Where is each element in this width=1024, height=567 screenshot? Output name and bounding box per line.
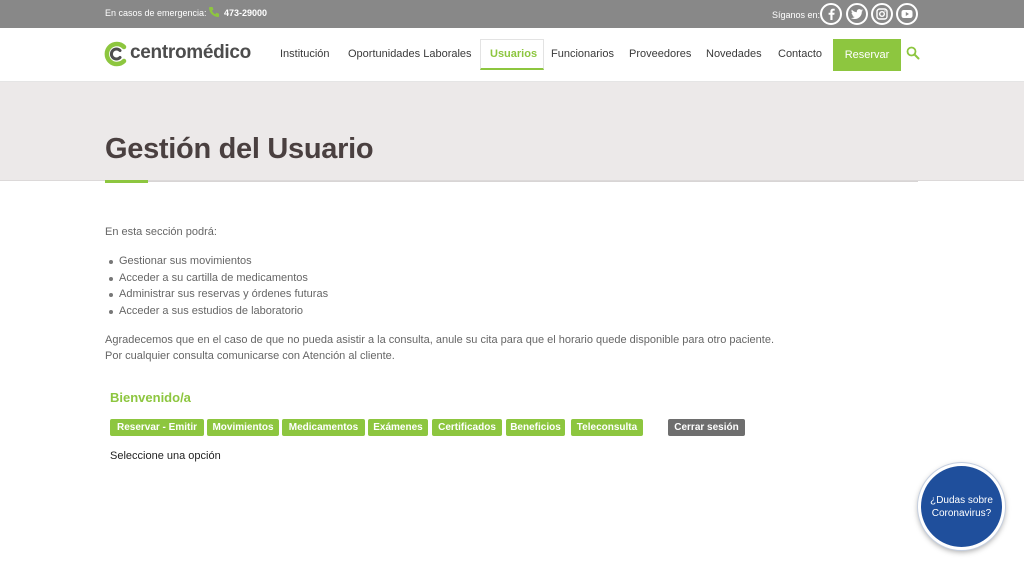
tab-movimientos[interactable]: Movimientos: [207, 419, 279, 436]
welcome-heading: Bienvenido/a: [110, 390, 191, 405]
nav-proveedores[interactable]: Proveedores: [629, 48, 691, 60]
list-item: Acceder a sus estudios de laboratorio: [109, 303, 328, 320]
facebook-icon[interactable]: [820, 3, 842, 25]
info-line-2: Por cualquier consulta comunicarse con A…: [105, 349, 395, 362]
title-underline: [105, 180, 148, 183]
page-title: Gestión del Usuario: [105, 133, 374, 165]
nav-novedades[interactable]: Novedades: [706, 48, 762, 60]
intro-text: En esta sección podrá:: [105, 226, 217, 238]
phone-icon: [209, 7, 219, 17]
instagram-icon[interactable]: [871, 3, 893, 25]
info-paragraph: Agradecemos que en el caso de que no pue…: [105, 333, 845, 364]
badge-line-2: Coronavirus?: [931, 507, 992, 519]
info-line-1: Agradecemos que en el caso de que no pue…: [105, 334, 775, 346]
logo-icon[interactable]: [104, 41, 128, 67]
hero-divider: [148, 181, 918, 182]
nav-institucion[interactable]: Institución: [280, 48, 330, 60]
emergency-phone[interactable]: 473-29000: [224, 8, 267, 18]
nav-funcionarios[interactable]: Funcionarios: [551, 48, 614, 60]
select-option-prompt: Seleccione una opción: [110, 450, 221, 462]
nav-contacto[interactable]: Contacto: [778, 48, 822, 60]
tab-reservar-emitir[interactable]: Reservar - Emitir: [110, 419, 204, 436]
logout-button[interactable]: Cerrar sesión: [668, 419, 745, 436]
list-item: Administrar sus reservas y órdenes futur…: [109, 286, 328, 303]
top-bar: En casos de emergencia: 473-29000 Sígano…: [0, 0, 1024, 28]
tab-beneficios[interactable]: Beneficios: [506, 419, 565, 436]
youtube-icon[interactable]: [896, 3, 918, 25]
site-header: centromédico Institución Oportunidades L…: [0, 28, 1024, 82]
page-hero: [0, 82, 1024, 181]
tab-teleconsulta[interactable]: Teleconsulta: [571, 419, 643, 436]
badge-line-1: ¿Dudas sobre: [930, 494, 993, 506]
search-icon[interactable]: [906, 46, 920, 60]
list-item: Acceder a su cartilla de medicamentos: [109, 270, 328, 287]
follow-label: Síganos en:: [772, 10, 821, 20]
tab-examenes[interactable]: Exámenes: [368, 419, 428, 436]
nav-oportunidades-laborales[interactable]: Oportunidades Laborales: [348, 48, 472, 60]
emergency-label: En casos de emergencia:: [105, 8, 207, 18]
list-item: Gestionar sus movimientos: [109, 253, 328, 270]
reservar-button[interactable]: Reservar: [833, 39, 901, 71]
feature-list: Gestionar sus movimientos Acceder a su c…: [109, 253, 328, 320]
twitter-icon[interactable]: [846, 3, 868, 25]
tab-certificados[interactable]: Certificados: [432, 419, 502, 436]
nav-usuarios[interactable]: Usuarios: [490, 48, 537, 60]
coronavirus-help-badge[interactable]: ¿Dudas sobre Coronavirus?: [918, 463, 1005, 550]
tab-medicamentos[interactable]: Medicamentos: [282, 419, 365, 436]
logo-text[interactable]: centromédico: [130, 42, 251, 64]
